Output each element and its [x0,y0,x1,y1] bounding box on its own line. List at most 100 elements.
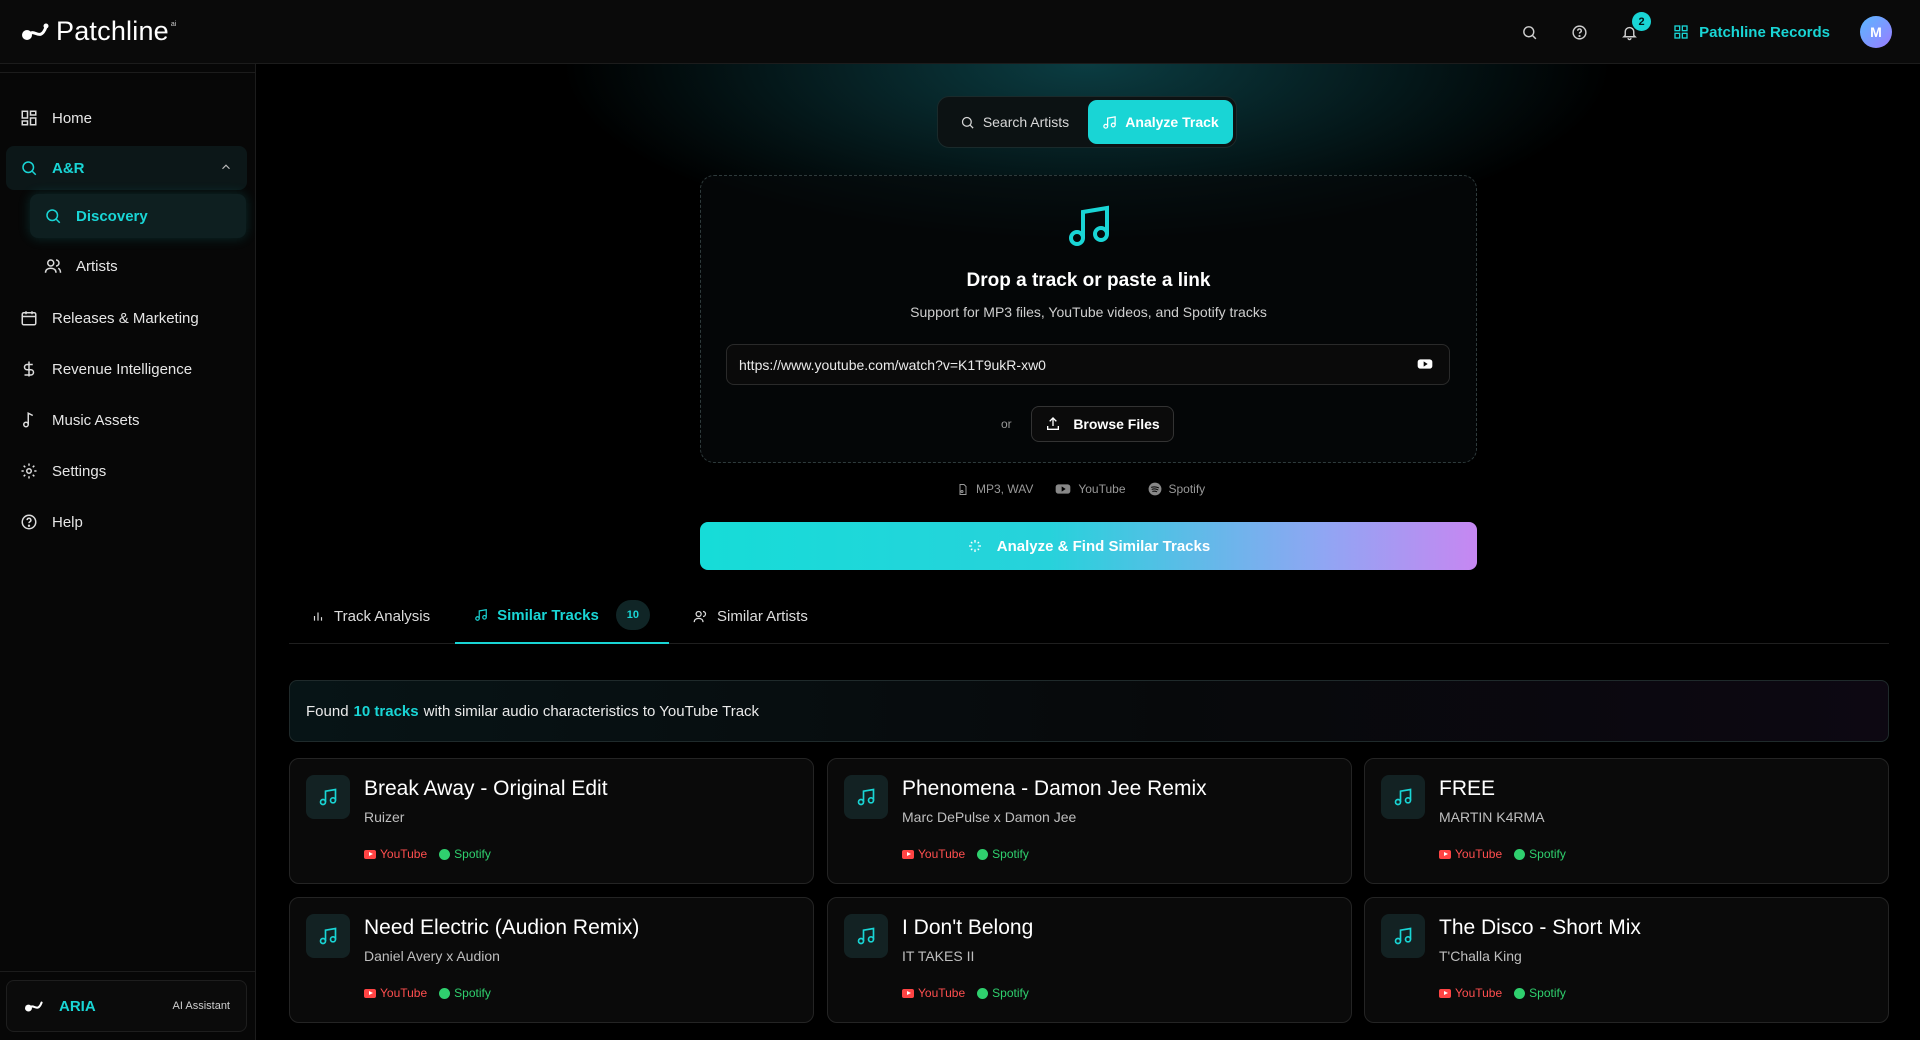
aria-logo-icon [25,1001,43,1012]
mode-toggle: Search Artists Analyze Track [937,96,1237,148]
sidebar-item-anr[interactable]: A&R [6,146,247,190]
track-card[interactable]: Need Electric (Audion Remix) Daniel Aver… [289,897,814,1023]
search-icon [46,209,61,224]
spotify-link[interactable]: Spotify [439,986,491,1000]
grid-icon [1674,25,1688,39]
user-avatar[interactable]: M [1860,16,1892,48]
sidebar-item-label: Discovery [76,207,148,225]
sidebar-item-home[interactable]: Home [6,96,247,140]
youtube-link[interactable]: YouTube [902,847,965,861]
music-note-icon [844,914,888,958]
track-artist: IT TAKES II [902,948,975,964]
youtube-icon [902,849,914,859]
sidebar-item-label: Help [52,513,83,531]
users-icon [44,259,62,273]
spotify-icon [977,987,989,999]
youtube-link[interactable]: YouTube [1439,847,1502,861]
analyze-track-label: Analyze Track [1125,114,1219,130]
brand-superscript: ai [170,21,177,28]
tab-similar-artists[interactable]: Similar Artists [693,588,808,644]
file-audio-icon [959,483,967,495]
spotify-icon [1514,848,1526,860]
spotify-icon [1148,482,1161,496]
results-summary: Found 10 tracks with similar audio chara… [289,680,1889,742]
notifications-bell-icon[interactable]: 2 [1619,12,1652,42]
users-icon [693,610,707,622]
spotify-link[interactable]: Spotify [1514,986,1566,1000]
similar-tracks-count-badge: 10 [615,600,650,630]
spotify-link[interactable]: Spotify [1514,847,1566,861]
logo[interactable]: Patchline ai [20,16,176,47]
spotify-link[interactable]: Spotify [977,847,1029,861]
notification-count-badge: 2 [1632,12,1652,31]
track-card[interactable]: FREE MARTIN K4RMA YouTube Spotify [1364,758,1889,884]
sidebar-item-label: Music Assets [52,411,140,429]
sidebar-item-artists[interactable]: Artists [30,244,246,288]
spotify-link[interactable]: Spotify [439,847,491,861]
tab-label: Track Analysis [334,607,431,625]
youtube-link[interactable]: YouTube [1439,986,1502,1000]
music-note-icon [1069,205,1109,246]
track-artist: Marc DePulse x Damon Jee [902,809,1077,825]
track-card[interactable]: I Don't Belong IT TAKES II YouTube Spoti… [827,897,1352,1023]
dropzone-subtitle: Support for MP3 files, YouTube videos, a… [910,304,1267,320]
track-title: I Don't Belong [902,916,1034,939]
dashboard-icon [21,110,37,126]
youtube-icon [364,988,376,998]
org-switcher[interactable]: Patchline Records [1673,24,1830,41]
track-card[interactable]: The Disco - Short Mix T'Challa King YouT… [1364,897,1889,1023]
track-card[interactable]: Break Away - Original Edit Ruizer YouTub… [289,758,814,884]
sidebar-item-releases-marketing[interactable]: Releases & Marketing [6,296,247,340]
upload-icon [1047,417,1060,430]
help-circle-icon [21,514,37,530]
sidebar-item-discovery[interactable]: Discovery [30,194,246,238]
tab-similar-tracks[interactable]: Similar Tracks 10 [455,588,669,644]
sidebar-item-music-assets[interactable]: Music Assets [6,398,247,442]
track-dropzone[interactable]: Drop a track or paste a link Support for… [700,175,1477,463]
search-icon[interactable] [1519,22,1539,42]
analyze-find-similar-button[interactable]: Analyze & Find Similar Tracks [700,522,1477,570]
sparkle-icon [968,540,981,552]
sidebar-item-settings[interactable]: Settings [6,449,247,493]
track-title: Phenomena - Damon Jee Remix [902,777,1207,800]
gear-icon [21,463,37,479]
sidebar-item-label: A&R [52,159,85,177]
aria-assistant-button[interactable]: ARIA AI Assistant [6,980,247,1032]
youtube-link[interactable]: YouTube [364,847,427,861]
sidebar-item-label: Artists [76,257,118,275]
search-artists-button[interactable]: Search Artists [941,100,1088,144]
sidebar-item-revenue-intelligence[interactable]: Revenue Intelligence [6,347,247,391]
sidebar-item-label: Settings [52,462,107,480]
analyze-track-button[interactable]: Analyze Track [1088,100,1233,144]
sidebar-item-help[interactable]: Help [6,500,247,544]
assistant-name: ARIA [59,997,96,1015]
supported-formats: MP3, WAV YouTube Spotify [957,482,1205,496]
sidebar: Home A&R Discovery Artists Releases & Ma… [0,64,256,1040]
search-icon [22,161,37,176]
tab-track-analysis[interactable]: Track Analysis [311,588,430,644]
spotify-icon [439,987,451,999]
browse-files-label: Browse Files [1073,416,1160,432]
analyze-find-similar-label: Analyze & Find Similar Tracks [996,537,1211,555]
track-url-input[interactable] [726,344,1450,385]
track-artist: Ruizer [364,809,405,825]
spotify-icon [439,848,451,860]
format-youtube: YouTube [1055,482,1126,496]
results-count: 10 tracks [353,702,419,720]
dropzone-title: Drop a track or paste a link [966,270,1211,291]
dollar-icon [23,361,35,377]
spotify-link[interactable]: Spotify [977,986,1029,1000]
results-tabs: Track Analysis Similar Tracks 10 Similar… [289,588,1889,644]
track-card[interactable]: Phenomena - Damon Jee Remix Marc DePulse… [827,758,1352,884]
browse-files-button[interactable]: Browse Files [1031,406,1174,442]
calendar-icon [21,311,37,326]
youtube-icon [1439,988,1451,998]
track-title: The Disco - Short Mix [1439,916,1641,939]
youtube-icon [364,849,376,859]
youtube-link[interactable]: YouTube [902,986,965,1000]
bar-chart-icon [313,612,323,621]
youtube-icon [1439,849,1451,859]
music-note-icon [23,412,34,428]
youtube-link[interactable]: YouTube [364,986,427,1000]
help-icon[interactable] [1569,22,1589,42]
